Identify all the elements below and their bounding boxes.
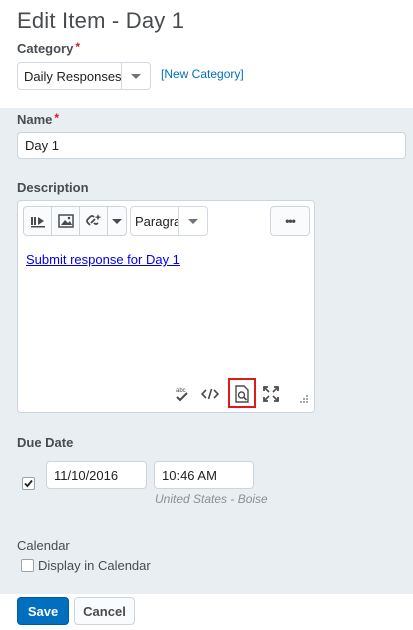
name-input[interactable]: Day 1	[17, 132, 406, 159]
insert-quicklink-icon[interactable]	[80, 207, 108, 235]
insert-stuff-icon[interactable]	[24, 207, 52, 235]
category-label-text: Category	[17, 41, 74, 56]
category-label: Category *	[17, 40, 80, 56]
description-label: Description	[17, 180, 89, 195]
more-icon: •••	[285, 214, 296, 228]
source-code-icon[interactable]	[201, 385, 219, 403]
more-actions-button[interactable]: •••	[270, 206, 310, 236]
due-date-input[interactable]: 11/10/2016	[46, 461, 147, 489]
resize-grip-icon[interactable]	[294, 389, 312, 407]
fullscreen-icon[interactable]	[262, 385, 280, 403]
category-select-value: Daily Responses	[24, 68, 121, 84]
due-date-label: Due Date	[17, 435, 74, 450]
timezone-text: United States - Boise	[155, 492, 268, 506]
required-marker: *	[75, 40, 81, 54]
name-label: Name *	[17, 111, 59, 127]
chevron-down-icon	[178, 207, 207, 235]
required-marker: *	[54, 111, 60, 125]
due-date-checkbox[interactable]	[22, 477, 35, 490]
paragraph-format-select[interactable]: Paragra	[130, 206, 208, 236]
display-in-calendar-checkbox[interactable]	[21, 559, 34, 572]
preview-highlight-box	[228, 378, 256, 408]
chevron-down-icon	[121, 63, 150, 89]
spellcheck-icon-text: abc	[176, 388, 186, 394]
calendar-label: Calendar	[17, 538, 70, 553]
insert-image-icon[interactable]	[52, 207, 80, 235]
page-title: Edit Item - Day 1	[17, 8, 185, 33]
description-editor[interactable]: Paragra ••• Submit response for Day 1 ab…	[17, 200, 315, 413]
spellcheck-icon[interactable]: abc	[173, 385, 191, 403]
category-select[interactable]: Daily Responses	[17, 62, 151, 90]
dropdown-chevron-icon[interactable]	[108, 207, 125, 235]
insert-toolbar-group	[23, 206, 127, 236]
cancel-button[interactable]: Cancel	[74, 597, 135, 625]
new-category-link[interactable]: [New Category]	[161, 67, 244, 81]
paragraph-format-value: Paragra	[135, 213, 178, 229]
name-label-text: Name	[17, 112, 53, 127]
due-time-input[interactable]: 10:46 AM	[154, 461, 254, 489]
display-in-calendar-label[interactable]: Display in Calendar	[38, 558, 151, 573]
content-link[interactable]: Submit response for Day 1	[26, 252, 180, 267]
save-button[interactable]: Save	[17, 597, 69, 625]
